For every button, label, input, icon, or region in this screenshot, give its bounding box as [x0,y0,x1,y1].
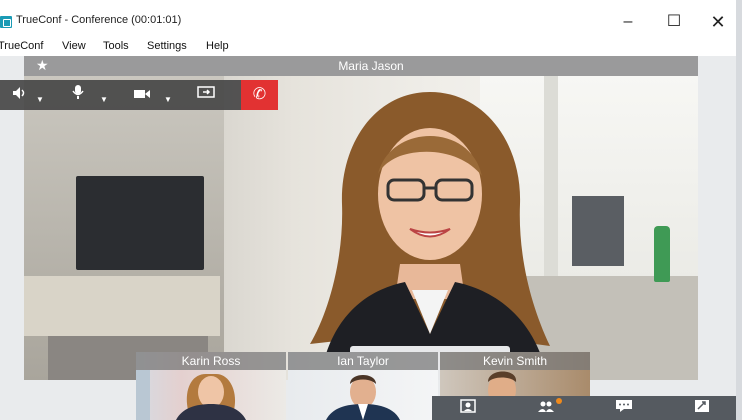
participant-button[interactable] [448,396,488,420]
close-button[interactable]: ✕ [704,8,732,36]
fullscreen-button[interactable] [682,396,722,420]
chevron-down-icon[interactable]: ▼ [100,95,108,104]
trueconf-logo-icon [0,16,12,28]
call-toolbar: ▼ ▼ ▼ ✆ [0,80,278,110]
window-title: TrueConf - Conference (00:01:01) [16,14,182,26]
microphone-icon [72,85,84,99]
participant-thumbnail[interactable]: Ian Taylor [288,352,438,420]
bottom-toolbar [432,396,742,420]
speaker-video-person [310,92,550,380]
main-speaker-name: Maria Jason [338,59,404,73]
menu-tools[interactable]: Tools [103,40,129,52]
video-background [24,276,220,336]
video-background [76,176,204,270]
hangup-icon: ✆ [252,86,267,103]
participant-name: Ian Taylor [288,352,438,370]
hangup-button[interactable]: ✆ [241,80,278,110]
microphone-button[interactable] [58,80,98,110]
participant-thumbnail[interactable]: Karin Ross [136,352,286,420]
maximize-button[interactable]: ☐ [660,8,688,36]
fullscreen-icon [695,400,709,412]
menu-help[interactable]: Help [206,40,229,52]
main-video[interactable] [24,76,698,380]
participant-icon [460,399,476,413]
menu-trueconf[interactable]: TrueConf [0,40,43,52]
participant-name: Karin Ross [136,352,286,370]
camera-icon [134,90,150,98]
speaker-icon [13,87,25,99]
video-background [654,226,670,282]
camera-button[interactable] [122,80,162,110]
screen-share-icon [197,86,215,98]
screen-share-button[interactable] [186,80,226,110]
chat-button[interactable] [604,396,644,420]
menu-bar: TrueConf View Tools Settings Help [0,38,742,56]
conference-area: ★ Maria Jason ▼ ▼ ▼ ✆ Karin Ross Ian Tay… [0,56,742,420]
group-icon [538,401,554,412]
menu-view[interactable]: View [62,40,86,52]
chat-icon [616,400,632,412]
notification-badge [556,398,562,404]
speaker-button[interactable] [0,80,40,110]
window-border [736,0,742,420]
title-bar: TrueConf - Conference (00:01:01) – ☐ ✕ [0,0,742,40]
menu-settings[interactable]: Settings [147,40,187,52]
chevron-down-icon[interactable]: ▼ [164,95,172,104]
chevron-down-icon[interactable]: ▼ [36,95,44,104]
participant-name: Kevin Smith [440,352,590,370]
minimize-button[interactable]: – [614,8,642,36]
